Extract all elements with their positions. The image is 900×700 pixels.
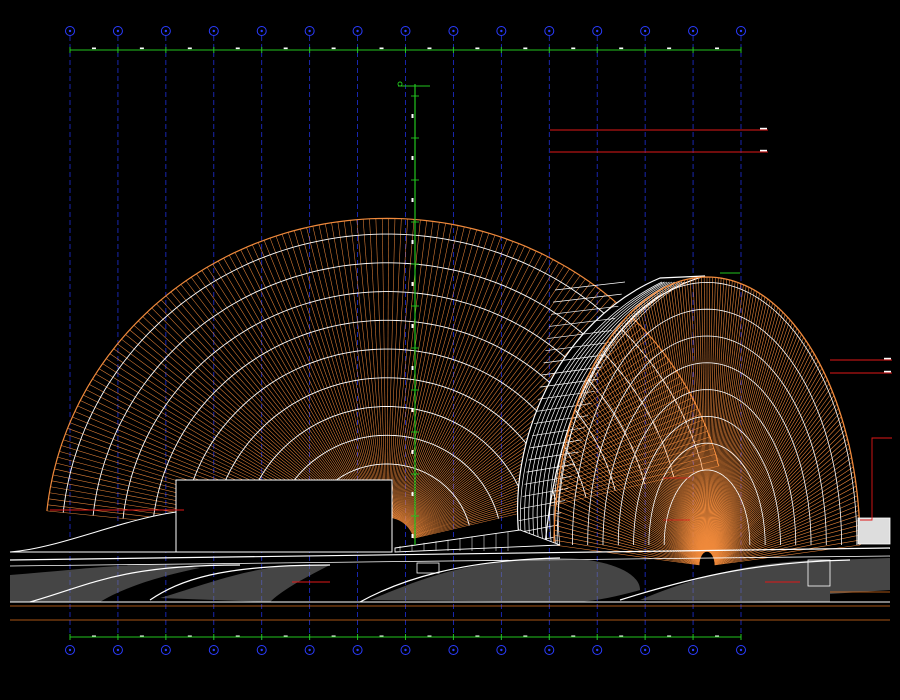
dim-text-top: [523, 47, 528, 50]
right-annex: [857, 517, 891, 545]
grid-marker-bottom-dot: [404, 648, 407, 652]
grid-marker-top-dot: [452, 29, 455, 33]
leader-text: [884, 357, 891, 360]
center-axis-text: [411, 156, 414, 160]
grid-marker-bottom-dot: [500, 648, 503, 652]
grid-marker-top-dot: [308, 29, 311, 33]
grid-marker-top-dot: [500, 29, 503, 33]
dim-text-top: [571, 47, 576, 50]
dim-text-top: [187, 47, 192, 50]
grid-marker-bottom-dot: [68, 648, 72, 652]
grid-marker-top-dot: [548, 29, 551, 33]
grid-marker-top-dot: [260, 29, 263, 33]
leader-text: [760, 127, 767, 130]
grid-marker-top-dot: [596, 29, 599, 33]
dim-text-top: [379, 47, 384, 50]
leader-text: [760, 149, 767, 152]
grid-marker-bottom-dot: [164, 648, 168, 652]
dim-text-top: [283, 47, 288, 50]
center-axis-text: [411, 408, 414, 412]
grid-marker-top-dot: [691, 29, 695, 33]
grid-marker-top-dot: [164, 29, 168, 33]
leader-text: [884, 370, 891, 373]
grid-marker-top-dot: [643, 29, 647, 33]
grid-marker-bottom-dot: [212, 648, 215, 652]
center-axis-text: [411, 240, 414, 244]
cad-elevation-drawing: [0, 0, 900, 700]
grid-marker-bottom-dot: [116, 648, 120, 652]
center-axis-text: [411, 114, 414, 118]
grid-marker-top-dot: [356, 29, 359, 33]
grid-marker-bottom-dot: [691, 648, 695, 652]
center-axis-text: [411, 534, 414, 538]
podium-rect: [175, 479, 393, 553]
center-axis-text: [411, 198, 414, 202]
center-axis-text: [411, 492, 414, 496]
dim-text-top: [331, 47, 336, 50]
grid-marker-bottom-dot: [452, 648, 455, 652]
grid-marker-top-dot: [68, 29, 72, 33]
dim-text-top: [619, 47, 624, 50]
grid-marker-bottom-dot: [308, 648, 311, 652]
dim-text-top: [715, 47, 720, 50]
grid-marker-top-dot: [739, 29, 743, 33]
dim-text-top: [475, 47, 480, 50]
center-axis-text: [411, 324, 414, 328]
grid-marker-top-dot: [116, 29, 120, 33]
grid-marker-top-dot: [404, 29, 407, 33]
grid-marker-bottom-dot: [739, 648, 743, 652]
grid-marker-bottom-dot: [260, 648, 263, 652]
grid-marker-bottom-dot: [643, 648, 647, 652]
dim-text-top: [139, 47, 144, 50]
grid-marker-bottom-dot: [548, 648, 551, 652]
grid-marker-top-dot: [212, 29, 215, 33]
center-axis-text: [411, 366, 414, 370]
center-axis-text: [411, 282, 414, 286]
dim-text-top: [427, 47, 432, 50]
grid-marker-bottom-dot: [596, 648, 599, 652]
grid-marker-bottom-dot: [356, 648, 359, 652]
dim-text-top: [235, 47, 240, 50]
dim-text-top: [91, 47, 96, 50]
dim-text-top: [667, 47, 672, 50]
center-axis-text: [411, 450, 414, 454]
